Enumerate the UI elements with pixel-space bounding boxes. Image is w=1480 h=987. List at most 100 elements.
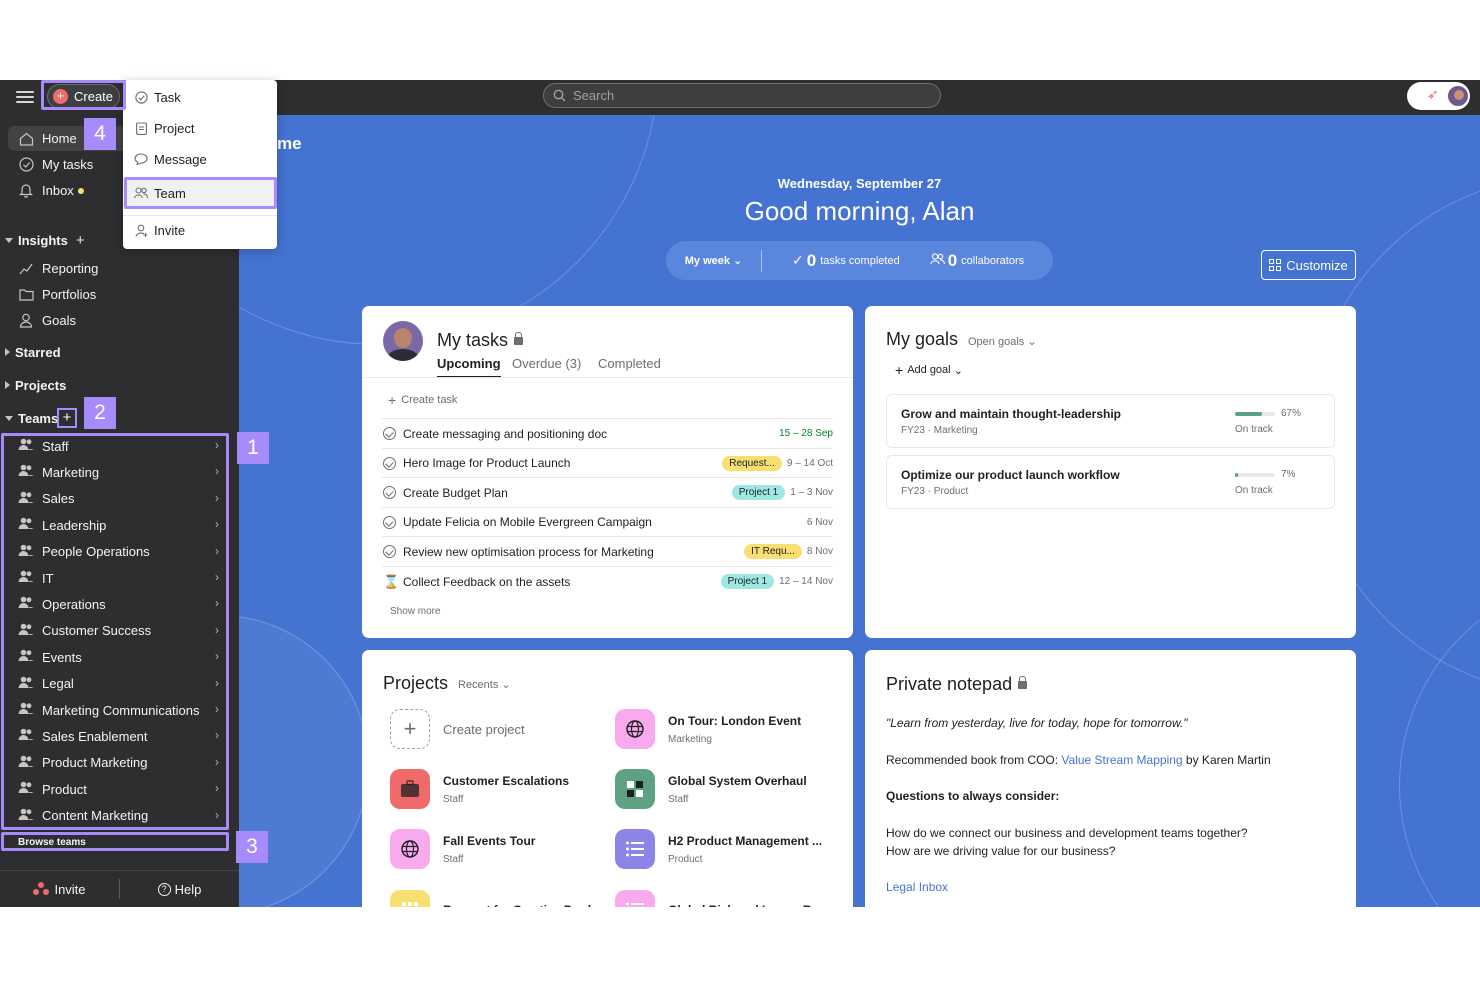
show-more-link[interactable]: Show more [390,606,441,617]
tab-overdue[interactable]: Overdue (3) [512,356,581,371]
project-item[interactable]: Customer Escalations Staff [390,767,569,811]
sidebar-item-reporting[interactable]: Reporting [8,256,232,281]
goal-meta: FY23 · Product [901,486,969,497]
hamburger-menu-icon[interactable] [16,88,34,106]
tab-completed[interactable]: Completed [598,356,661,371]
goals-filter-dropdown[interactable]: Open goals ⌄ [968,335,1037,348]
task-row[interactable]: Create Budget Plan Project 1 1 – 3 Nov [382,477,833,507]
clipboard-icon [134,121,148,135]
task-project-tag[interactable]: IT Requ... [744,544,802,560]
book-link[interactable]: Value Stream Mapping [1061,753,1182,767]
widgets-icon [1269,259,1282,271]
invite-button[interactable]: Invite [0,876,119,902]
sidebar-team-item[interactable]: IT › [8,566,223,590]
sidebar-team-item[interactable]: Legal › [8,672,223,696]
collaborators-count: 0 [947,250,958,270]
sidebar-team-item[interactable]: Product › [8,777,223,801]
task-name: Review new optimisation process for Mark… [403,544,654,559]
menu-item-label: Team [154,185,186,201]
task-row[interactable]: Hero Image for Product Launch Request... 9… [382,447,833,478]
sidebar-team-item[interactable]: Marketing › [8,460,223,484]
task-checkbox[interactable] [383,456,396,470]
task-checkbox[interactable] [383,427,396,440]
task-row[interactable]: Review new optimisation process for Mark… [382,536,833,566]
my-tasks-title-text: My tasks [437,330,509,350]
task-checkbox[interactable] [383,486,396,500]
project-item[interactable]: H2 Product Management ... Product [615,827,822,871]
menu-item-invite[interactable]: Invite [123,216,277,244]
create-project-button[interactable]: + Create project [390,707,525,751]
sidebar-item-goals[interactable]: Goals [8,308,232,333]
task-project-tag[interactable]: Project 1 [731,485,786,501]
create-task-button[interactable]: + Create task [388,392,457,408]
project-item[interactable]: On Tour: London Event Marketing [615,707,801,751]
menu-item-task[interactable]: Task [123,83,277,111]
project-item[interactable]: Global System Overhaul Staff [615,767,807,811]
period-dropdown[interactable]: My week ⌄ [666,254,761,267]
sidebar-team-item[interactable]: Customer Success › [8,619,223,643]
sidebar-team-item[interactable]: Operations › [8,592,223,616]
sidebar-team-item[interactable]: Leadership › [8,513,223,537]
task-project-tag[interactable]: Request... [722,455,782,471]
hourglass-icon[interactable]: ⌛ [383,574,399,590]
task-checkbox[interactable] [383,515,396,529]
project-item[interactable]: Global Risk and Issues Re... [615,888,828,907]
add-team-button[interactable]: + [57,408,77,428]
trend-line-icon [18,261,34,277]
sidebar-team-item[interactable]: Sales › [8,487,223,511]
team-name: Sales Enablement [42,728,148,744]
create-button[interactable]: + Create [47,84,120,109]
user-avatar[interactable] [1447,85,1469,107]
customize-button[interactable]: Customize [1261,250,1356,280]
sidebar-team-item[interactable]: Sales Enablement › [8,724,223,748]
chevron-right-icon: › [215,807,219,822]
section-teams[interactable]: Teams [5,408,58,428]
project-item[interactable]: Fall Events Tour Staff [390,827,535,871]
sidebar-team-item[interactable]: Content Marketing › [8,804,223,828]
task-row[interactable]: ⌛ Collect Feedback on the assets Project 1… [382,566,833,596]
tab-upcoming[interactable]: Upcoming [437,356,501,378]
sidebar-team-item[interactable]: Product Marketing › [8,751,223,775]
plus-icon: + [390,709,430,749]
section-projects[interactable]: Projects [5,375,66,395]
add-goal-label: Add goal [907,364,951,376]
help-icon: ? [157,882,171,896]
project-item[interactable]: Request for Creative Prod... [390,888,601,907]
task-row[interactable]: Create messaging and positioning doc 15 –… [382,418,833,448]
add-goal-button[interactable]: + Add goal ⌄ [895,362,963,378]
task-due-date: 9 – 14 Oct [786,457,833,469]
projects-filter-dropdown[interactable]: Recents ⌄ [458,678,511,691]
menu-item-team[interactable]: Team [123,178,277,208]
lock-icon [1018,676,1028,690]
sidebar-team-item[interactable]: People Operations › [8,540,223,564]
team-name: Marketing [42,464,100,480]
chevron-right-icon: › [215,702,219,716]
add-insight-icon[interactable]: + [76,232,85,249]
project-name: Customer Escalations [443,773,570,788]
legal-inbox-link[interactable]: Legal Inbox [886,880,948,894]
menu-item-message[interactable]: Message [123,145,277,173]
sidebar-team-item[interactable]: Events › [8,645,223,669]
section-starred[interactable]: Starred [5,342,61,362]
task-row[interactable]: Update Felicia on Mobile Evergreen Campa… [382,506,833,537]
section-teams-label: Teams [18,410,59,426]
project-name: Fall Events Tour [443,833,536,848]
help-button[interactable]: ? Help [120,876,239,902]
search-input[interactable]: Search [543,83,941,108]
lock-icon [514,332,524,346]
task-project-tag[interactable]: Project 1 [720,574,775,589]
team-people-icon [18,623,34,639]
briefcase-icon [390,769,430,809]
person-goal-icon [18,313,34,329]
goal-item[interactable]: Grow and maintain thought-leadership FY23… [886,394,1335,448]
section-insights[interactable]: Insights + [5,230,85,250]
sidebar-item-portfolios[interactable]: Portfolios [8,282,232,307]
browse-teams-link[interactable]: Browse teams [18,837,86,848]
sidebar-team-item[interactable]: Marketing Communications › [8,698,223,722]
team-people-icon [18,438,34,454]
goal-item[interactable]: Optimize our product launch workflow FY23… [886,455,1335,509]
account-pill[interactable]: ➶ [1407,82,1470,110]
menu-item-project[interactable]: Project [123,114,277,142]
task-checkbox[interactable] [383,545,396,559]
sidebar-team-item[interactable]: Staff › [8,434,223,458]
